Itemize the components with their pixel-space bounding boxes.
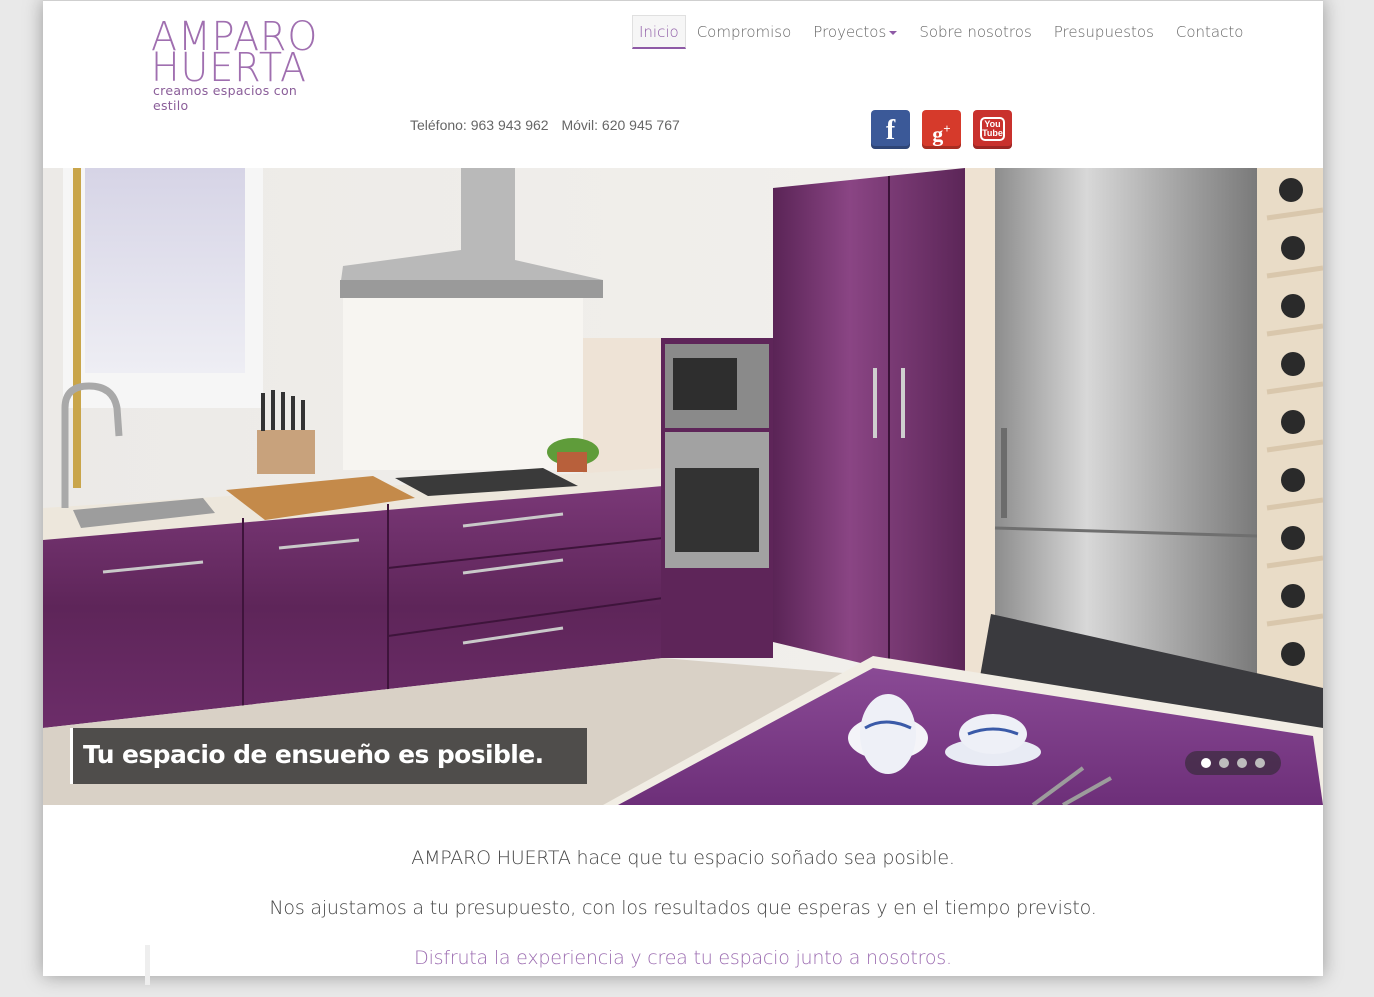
blockquote-bar xyxy=(145,945,150,985)
facebook-icon[interactable]: f xyxy=(871,110,910,149)
google-plus-sup: + xyxy=(943,121,951,136)
mobile-number: Móvil: 620 945 767 xyxy=(561,117,680,133)
youtube-badge: You Tube xyxy=(980,117,1005,141)
slider-dot-3[interactable] xyxy=(1237,758,1247,768)
hero-kitchen-image xyxy=(43,168,1323,805)
contact-info: Teléfono: 963 943 962 Móvil: 620 945 767 xyxy=(410,117,689,133)
nav-item-inicio[interactable]: Inicio xyxy=(632,15,686,49)
social-links: f g+ You Tube xyxy=(871,110,1012,149)
page-container: AMPARO HUERTA creamos espacios con estil… xyxy=(43,0,1323,985)
slider-dot-2[interactable] xyxy=(1219,758,1229,768)
intro-line-1: AMPARO HUERTA hace que tu espacio soñado… xyxy=(411,847,955,869)
nav-item-presupuestos[interactable]: Presupuestos xyxy=(1043,15,1165,49)
slider-dot-4[interactable] xyxy=(1255,758,1265,768)
caret-down-icon xyxy=(889,30,898,35)
slide-caption-text: Tu espacio de ensueño es posible. xyxy=(83,740,544,769)
google-plus-icon[interactable]: g+ xyxy=(922,110,961,149)
slider-pagination xyxy=(1185,751,1281,775)
phone-number: Teléfono: 963 943 962 xyxy=(410,117,549,133)
hero-slider[interactable]: Tu espacio de ensueño es posible. xyxy=(43,168,1323,805)
nav-item-contacto[interactable]: Contacto xyxy=(1165,15,1255,49)
intro-line-2: Nos ajustamos a tu presupuesto, con los … xyxy=(269,897,1097,919)
facebook-glyph: f xyxy=(885,115,896,146)
nav-item-sobre-nosotros[interactable]: Sobre nosotros xyxy=(908,15,1042,49)
google-plus-glyph: g xyxy=(932,121,944,147)
brand-logo[interactable]: AMPARO HUERTA creamos espacios con estil… xyxy=(151,15,331,113)
intro-section: AMPARO HUERTA hace que tu espacio soñado… xyxy=(43,847,1323,997)
nav-item-compromiso[interactable]: Compromiso xyxy=(686,15,803,49)
slide-caption: Tu espacio de ensueño es posible. xyxy=(70,728,587,784)
nav-item-proyectos[interactable]: Proyectos xyxy=(802,15,908,49)
logo-line-2: HUERTA xyxy=(151,45,307,91)
nav-item-proyectos-label: Proyectos xyxy=(813,23,887,41)
main-nav: Inicio Compromiso Proyectos Sobre nosotr… xyxy=(632,15,1254,49)
logo-tagline: creamos espacios con estilo xyxy=(153,83,298,113)
youtube-icon[interactable]: You Tube xyxy=(973,110,1012,149)
intro-line-3: Disfruta la experiencia y crea tu espaci… xyxy=(414,947,952,969)
slider-dot-1[interactable] xyxy=(1201,758,1211,768)
youtube-line-2: Tube xyxy=(982,128,1003,138)
